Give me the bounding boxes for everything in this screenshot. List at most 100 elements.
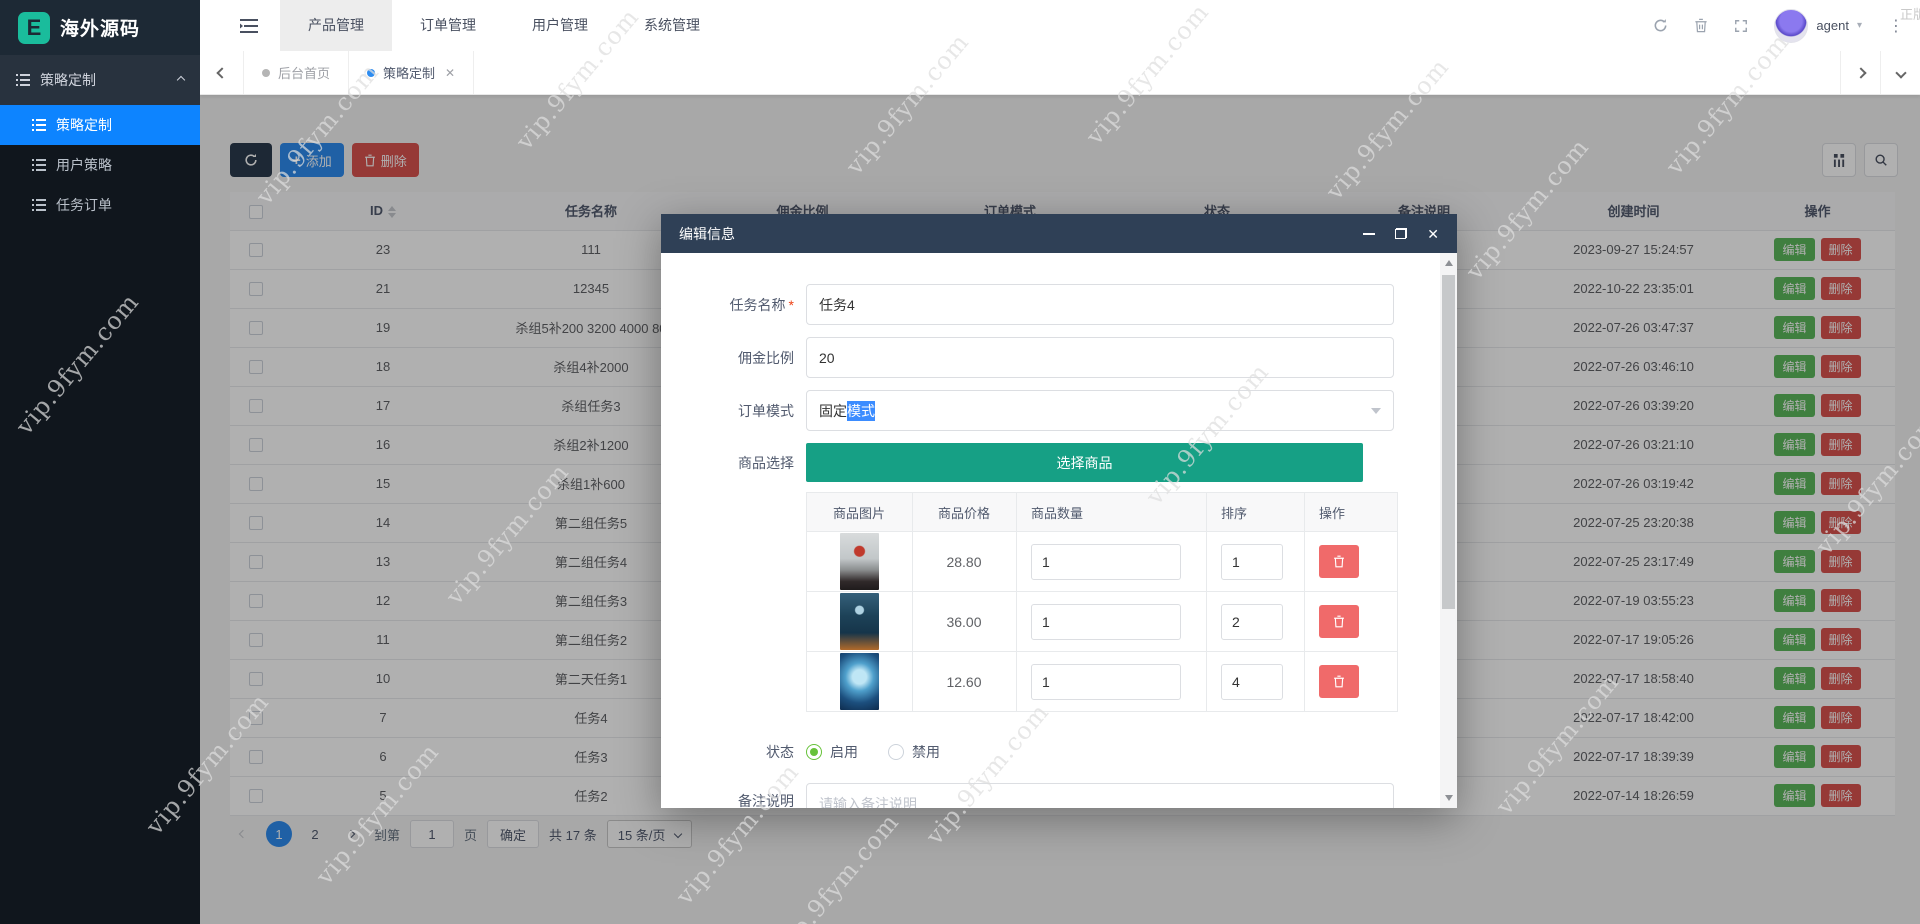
product-row: 28.80 xyxy=(806,531,1398,592)
sidebar-item-label: 任务订单 xyxy=(56,197,112,213)
col-product-image: 商品图片 xyxy=(806,492,913,532)
col-product-actions: 操作 xyxy=(1304,492,1398,532)
user-menu[interactable]: agent ▾ xyxy=(1774,8,1862,43)
tabs-scroll-right-button[interactable] xyxy=(1840,51,1880,94)
product-qty-input[interactable] xyxy=(1031,543,1181,580)
avatar[interactable] xyxy=(1774,8,1809,43)
caret-down-icon xyxy=(1371,407,1381,414)
product-price: 28.80 xyxy=(912,531,1017,592)
logo-icon: E xyxy=(18,11,50,44)
trash-icon xyxy=(1334,675,1344,688)
status-radio-enabled[interactable]: 启用 xyxy=(806,742,858,762)
col-product-sort: 排序 xyxy=(1206,492,1305,532)
caret-down-icon: ▾ xyxy=(1856,20,1862,31)
task-name-input[interactable] xyxy=(806,284,1394,325)
form-row-status: 状态 xyxy=(661,737,794,767)
product-qty-input[interactable] xyxy=(1031,603,1181,640)
list-icon xyxy=(32,159,46,171)
refresh-icon[interactable] xyxy=(1653,18,1668,33)
form-row-commission: 佣金比例 xyxy=(661,337,794,378)
field-label: 备注说明 xyxy=(738,792,794,809)
product-sort-input[interactable] xyxy=(1221,603,1283,640)
status-radio-disabled[interactable]: 禁用 xyxy=(888,742,940,762)
maximize-icon[interactable] xyxy=(1395,228,1408,239)
product-header-row: 商品图片 商品价格 商品数量 排序 操作 xyxy=(806,492,1398,532)
product-image xyxy=(839,533,879,590)
sidebar-item-user-strategy[interactable]: 用户策略 xyxy=(0,145,200,185)
pick-product-button[interactable]: 选择商品 xyxy=(806,443,1363,482)
field-label: 商品选择 xyxy=(738,454,794,471)
tab-dot xyxy=(367,68,376,77)
field-label: 任务名称 * xyxy=(729,296,794,313)
product-qty-input[interactable] xyxy=(1031,663,1181,700)
field-label: 佣金比例 xyxy=(738,349,794,366)
product-image xyxy=(839,593,879,650)
remove-product-button[interactable] xyxy=(1319,665,1359,698)
trash-icon[interactable] xyxy=(1694,18,1708,33)
top-header: 产品管理 订单管理 用户管理 系统管理 agent ▾ ⋮ xyxy=(200,0,1920,51)
nav-item-order[interactable]: 订单管理 xyxy=(392,0,504,51)
field-label: 订单模式 xyxy=(738,402,794,419)
scroll-up-arrow[interactable] xyxy=(1440,255,1457,271)
tab-dot xyxy=(262,68,270,77)
list-icon xyxy=(32,199,46,211)
radio-icon xyxy=(888,744,904,760)
sidebar-group-strategy[interactable]: 策略定制 xyxy=(0,55,200,105)
order-mode-value: 固定 xyxy=(819,402,847,419)
tab-close-icon[interactable]: ✕ xyxy=(445,66,455,80)
radio-icon xyxy=(806,744,822,760)
col-product-qty: 商品数量 xyxy=(1016,492,1207,532)
order-mode-select[interactable]: 固定 模式 xyxy=(806,390,1394,431)
username: agent xyxy=(1816,18,1849,33)
brand-name: 海外源码 xyxy=(60,19,141,40)
chevron-up-icon xyxy=(176,75,186,85)
scrollbar-thumb[interactable] xyxy=(1442,275,1455,609)
required-mark: * xyxy=(788,296,794,313)
remark-input[interactable] xyxy=(806,783,1394,808)
list-icon xyxy=(16,74,30,86)
product-sort-input[interactable] xyxy=(1221,543,1283,580)
minimize-icon[interactable] xyxy=(1363,232,1376,235)
tab-label: 后台首页 xyxy=(278,66,331,81)
order-mode-selected-text: 模式 xyxy=(847,400,875,421)
nav-item-system[interactable]: 系统管理 xyxy=(616,0,728,51)
sidebar: E 海外源码 策略定制 策略定制 用户策略 任务订单 xyxy=(0,0,200,924)
product-sort-input[interactable] xyxy=(1221,663,1283,700)
trash-icon xyxy=(1334,615,1344,628)
app-logo: E 海外源码 xyxy=(0,0,200,55)
modal-scrollbar xyxy=(1440,253,1457,808)
tab-dashboard[interactable]: 后台首页 xyxy=(244,51,350,94)
remove-product-button[interactable] xyxy=(1319,545,1359,578)
fullscreen-icon[interactable] xyxy=(1734,19,1748,33)
close-icon[interactable]: ✕ xyxy=(1427,227,1439,241)
product-price: 36.00 xyxy=(912,591,1017,652)
tab-label: 策略定制 xyxy=(383,66,436,81)
sidebar-item-task-orders[interactable]: 任务订单 xyxy=(0,185,200,225)
commission-input[interactable] xyxy=(806,337,1394,378)
modal-header[interactable]: 编辑信息 ✕ xyxy=(661,214,1457,253)
col-product-price: 商品价格 xyxy=(912,492,1017,532)
scroll-down-arrow[interactable] xyxy=(1440,790,1457,806)
product-row: 12.60 xyxy=(806,651,1398,712)
product-row: 36.00 xyxy=(806,591,1398,652)
product-image xyxy=(839,653,879,710)
edit-info-modal: 编辑信息 ✕ 任务名称* 佣金比例 订单模式 固定模式 商品选择 选择商品 xyxy=(661,214,1457,808)
nav-item-user[interactable]: 用户管理 xyxy=(504,0,616,51)
tab-strategy-custom[interactable]: 策略定制 ✕ xyxy=(349,51,475,94)
form-row-remark: 备注说明 xyxy=(661,780,794,809)
page-tab-bar: 后台首页 策略定制 ✕ xyxy=(200,51,1920,95)
nav-item-product[interactable]: 产品管理 xyxy=(280,0,392,51)
form-row-task-name: 任务名称 * xyxy=(661,284,794,325)
sidebar-toggle-icon[interactable] xyxy=(240,18,258,33)
trash-icon xyxy=(1334,555,1344,568)
form-row-order-mode: 订单模式 xyxy=(661,390,794,431)
product-table: 商品图片 商品价格 商品数量 排序 操作 28.80 36.00 xyxy=(806,492,1398,712)
sidebar-item-strategy-custom[interactable]: 策略定制 xyxy=(0,105,200,145)
sidebar-group-label: 策略定制 xyxy=(40,72,96,88)
sidebar-item-label: 策略定制 xyxy=(56,117,112,133)
modal-body: 任务名称* 佣金比例 订单模式 固定模式 商品选择 选择商品 商品图片 商品价格 xyxy=(661,253,1457,808)
tabs-scroll-left-button[interactable] xyxy=(200,51,244,94)
remove-product-button[interactable] xyxy=(1319,605,1359,638)
tabs-menu-button[interactable] xyxy=(1880,51,1920,94)
product-price: 12.60 xyxy=(912,651,1017,712)
